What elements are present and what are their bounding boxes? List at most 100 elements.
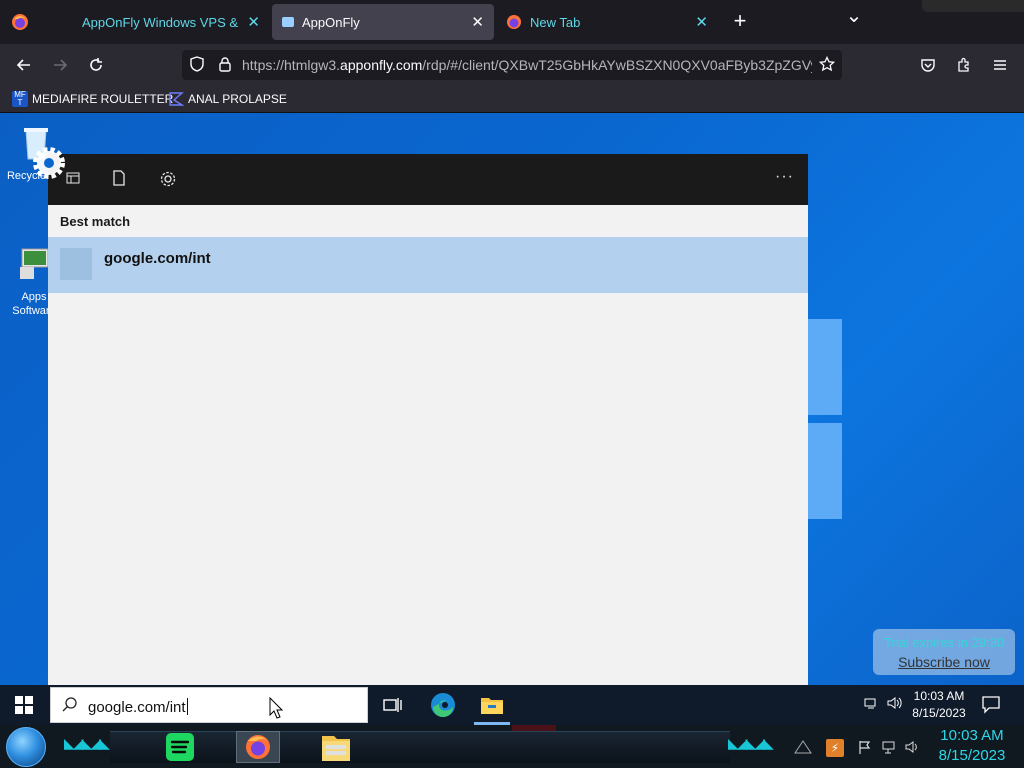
- volume-tray-icon[interactable]: [886, 695, 904, 715]
- more-options-button[interactable]: ···: [775, 168, 794, 186]
- local-volume-tray-icon[interactable]: [904, 739, 922, 757]
- edge-button[interactable]: [429, 691, 457, 719]
- back-button[interactable]: [10, 52, 38, 78]
- arrow-left-icon: [16, 59, 30, 71]
- url-text[interactable]: https://htmlgw3.apponfly.com/rdp/#/clien…: [242, 57, 812, 75]
- forward-button[interactable]: [46, 52, 74, 78]
- document-icon[interactable]: [108, 170, 130, 192]
- bookmark-favicon-icon: [169, 92, 184, 106]
- tab-title: AppOnFly: [302, 14, 360, 30]
- app-menu-button[interactable]: [986, 52, 1014, 78]
- start-search-panel: ··· Best match google.com/int: [48, 154, 808, 685]
- pocket-icon: [921, 59, 935, 72]
- subscribe-link[interactable]: Subscribe now: [873, 650, 1015, 670]
- local-clock[interactable]: 10:03 AM 8/15/2023: [930, 726, 1014, 766]
- text-caret: [186, 698, 188, 715]
- settings-gear-icon[interactable]: [157, 170, 179, 192]
- local-start-orb[interactable]: [6, 727, 46, 767]
- notification-icon: [982, 696, 1000, 714]
- search-input[interactable]: google.com/int: [88, 698, 188, 716]
- taskbar-search-box[interactable]: google.com/int: [50, 687, 368, 723]
- close-icon[interactable]: ✕: [695, 13, 708, 31]
- file-manager-button[interactable]: [314, 731, 358, 763]
- firefox-logo-icon[interactable]: [11, 13, 29, 31]
- flag-tray-icon[interactable]: [856, 739, 874, 757]
- tab-apponfly[interactable]: AppOnFly ✕: [272, 4, 494, 40]
- tab-title: New Tab: [530, 14, 581, 30]
- list-all-tabs-button[interactable]: ⌄: [844, 6, 864, 30]
- remote-clock[interactable]: 10:03 AM 8/15/2023: [908, 688, 970, 722]
- firefox-icon: [246, 735, 270, 759]
- best-match-result[interactable]: google.com/int: [48, 237, 808, 293]
- navigation-toolbar: https://htmlgw3.apponfly.com/rdp/#/clien…: [0, 44, 1024, 86]
- bookmarks-toolbar: MF T MEDIAFIRE ROULETTER ANAL PROLAPSE: [0, 86, 1024, 113]
- new-tab-button[interactable]: +: [730, 10, 750, 34]
- lock-icon[interactable]: [216, 56, 234, 74]
- local-date: 8/15/2023: [938, 747, 1006, 764]
- taskbar-deco-right: ◣◢◣◢◣: [728, 735, 774, 751]
- tab-apponfly-vps[interactable]: AppOnFly Windows VPS & Cloud Desktop ✕: [48, 4, 270, 40]
- firefox-taskbar-button[interactable]: [236, 731, 280, 763]
- gear-overlay-icon: [33, 147, 65, 179]
- search-panel-header: ···: [48, 154, 808, 205]
- remote-taskbar: google.com/int 10:03 AM 8/15/2023: [0, 685, 1024, 725]
- bookmark-label: MEDIAFIRE ROULETTER: [32, 92, 174, 106]
- search-icon: [61, 696, 81, 716]
- reload-icon: [90, 58, 102, 71]
- tab-bar: AppOnFly Windows VPS & Cloud Desktop ✕ A…: [0, 0, 1024, 44]
- remote-date: 8/15/2023: [912, 706, 966, 720]
- hamburger-menu-icon: [994, 60, 1006, 70]
- remote-time: 10:03 AM: [913, 689, 965, 703]
- reload-button[interactable]: [82, 52, 110, 78]
- local-display-tray-icon[interactable]: [880, 739, 898, 757]
- bookmark-label: ANAL PROLAPSE: [188, 92, 287, 106]
- bookmark-mediafire-rouletter[interactable]: MF T MEDIAFIRE ROULETTER: [12, 90, 173, 108]
- orange-app-tray-icon[interactable]: ⚡: [826, 739, 844, 757]
- url-prefix: https://htmlgw3.: [242, 57, 341, 73]
- firefox-favicon-icon: [507, 15, 521, 29]
- extensions-button[interactable]: [950, 52, 978, 78]
- windows-start-icon: [15, 696, 33, 714]
- window-controls: [922, 0, 1024, 12]
- mouse-cursor-icon: [269, 697, 283, 719]
- windows-wallpaper-logo: [808, 319, 844, 521]
- local-taskbar: ◣◢◣◢◣ ◣◢◣◢◣ ⚡ 10:03 AM 8/15/2023: [0, 725, 1024, 768]
- mediafire-favicon-icon: MF T: [12, 91, 28, 107]
- best-match-text: google.com/int: [104, 250, 211, 267]
- globe-icon: [58, 14, 74, 30]
- action-center-button[interactable]: [980, 693, 1004, 717]
- task-view-button[interactable]: [378, 691, 406, 719]
- shield-icon[interactable]: [188, 56, 206, 74]
- apponfly-favicon-icon: [282, 17, 294, 27]
- web-result-icon: [60, 248, 92, 280]
- file-explorer-icon: [481, 698, 503, 714]
- close-icon[interactable]: ✕: [247, 13, 260, 31]
- file-explorer-button[interactable]: [478, 691, 506, 719]
- tab-new-tab[interactable]: New Tab ✕: [496, 4, 718, 40]
- local-network-tray-icon[interactable]: [794, 739, 812, 757]
- task-view-icon: [383, 698, 402, 712]
- spotify-button[interactable]: [158, 731, 202, 763]
- trial-banner: Trial expires in 29:30 Subscribe now: [873, 629, 1015, 675]
- taskbar-app-band: [110, 731, 730, 763]
- url-bar[interactable]: https://htmlgw3.apponfly.com/rdp/#/clien…: [182, 50, 842, 80]
- url-path: /rdp/#/client/QXBwT25GbHkAYwBSZXN0QXV0aF…: [422, 57, 812, 73]
- taskbar-red-marker: [512, 725, 556, 731]
- arrow-right-icon: [54, 59, 68, 71]
- edge-icon: [431, 693, 455, 717]
- search-query: google.com/int: [88, 699, 186, 716]
- start-button[interactable]: [0, 685, 48, 725]
- trial-countdown: Trial expires in 29:30: [883, 635, 1005, 650]
- puzzle-icon: [958, 57, 969, 72]
- bookmark-star-icon[interactable]: [818, 55, 836, 74]
- close-icon[interactable]: ✕: [471, 13, 484, 31]
- taskbar-deco-left: ◣◢◣◢◣: [64, 735, 110, 751]
- network-tray-icon[interactable]: [862, 695, 880, 715]
- best-match-heading: Best match: [60, 214, 131, 229]
- url-host: apponfly.com: [340, 57, 423, 73]
- local-time: 10:03 AM: [940, 727, 1004, 744]
- tab-title: AppOnFly Windows VPS & Cloud Desktop: [82, 14, 241, 30]
- bookmark-anal-prolapse[interactable]: ANAL PROLAPSE: [168, 90, 287, 108]
- spotify-icon: [166, 733, 194, 761]
- pocket-button[interactable]: [914, 52, 942, 78]
